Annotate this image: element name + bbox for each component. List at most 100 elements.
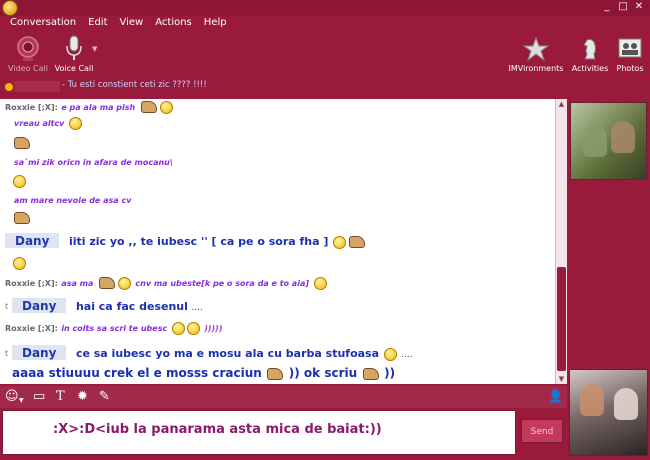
speaker-name: Roxxie [;X]: xyxy=(5,324,58,333)
chess-knight-icon xyxy=(583,38,596,60)
photos-icon xyxy=(618,38,642,58)
voice-call-button[interactable]: Voice Call xyxy=(46,34,102,73)
message-text: in colts sa scri te ubesc xyxy=(61,324,168,333)
chat-line: aaaa stiuuuu crek el e mosss craciun )) … xyxy=(12,366,395,380)
laughing-emoticon-icon xyxy=(383,347,397,361)
smiley-emoticon-icon xyxy=(117,276,131,290)
status-dot-icon xyxy=(5,83,13,91)
contact-display-image[interactable] xyxy=(570,102,647,180)
buzz-icon[interactable]: ✹ xyxy=(77,389,88,404)
photos-button[interactable]: Photos xyxy=(602,34,650,73)
chat-line xyxy=(12,136,32,149)
font-icon[interactable]: T xyxy=(56,389,65,404)
hand-emoticon-icon xyxy=(362,368,379,380)
chat-line: Roxxie [;X]: e pa ala ma pish xyxy=(5,100,174,114)
speaker-name: Roxxie [;X]: xyxy=(5,103,58,112)
imvironments-button[interactable]: IMVironments xyxy=(508,34,564,73)
window-controls: _ □ ✕ xyxy=(600,1,646,13)
chevron-down-icon[interactable]: ▼ xyxy=(19,397,24,404)
menu-view[interactable]: View xyxy=(114,16,150,32)
hand-emoticon-icon xyxy=(140,101,157,113)
sender-name: Dany xyxy=(12,345,67,360)
messenger-app-icon xyxy=(2,0,18,16)
message-text: hai ca fac desenul xyxy=(75,300,188,313)
toolbar: Video Call Voice Call ▼ IMVironments Act… xyxy=(0,32,650,78)
chat-line: Roxxie [;X]: asa ma cnv ma ubeste[k pe o… xyxy=(5,276,328,290)
chat-scrollbar[interactable]: ▲ ▼ xyxy=(555,99,567,384)
message-text: ce sa iubesc yo ma e mosu ala cu barba s… xyxy=(75,347,380,360)
message-text: vreau altcv xyxy=(14,119,65,128)
menu-conversation[interactable]: Conversation xyxy=(4,16,82,32)
smiley-emoticon-icon xyxy=(68,116,82,130)
chat-transcript[interactable]: Roxxie [;X]: e pa ala ma pish vreau altc… xyxy=(0,99,555,384)
emoticon-picker-icon[interactable]: ☺ xyxy=(5,389,19,404)
scroll-down-arrow-icon[interactable]: ▼ xyxy=(556,374,567,384)
smiley-emoticon-icon xyxy=(159,100,173,114)
chat-line: Roxxie [;X]: in colts sa scri te ubesc )… xyxy=(5,321,222,335)
imvironments-icon xyxy=(522,36,550,62)
photos-label: Photos xyxy=(616,64,644,73)
message-text: aaaa stiuuuu crek el e mosss craciun xyxy=(12,366,262,380)
sender-name: Dany xyxy=(5,233,60,248)
video-call-label: Video Call xyxy=(8,64,48,73)
chat-line: Dany hai ca fac desenul .... xyxy=(12,298,203,313)
audible-icon[interactable]: ▭ xyxy=(33,389,45,404)
maximize-button[interactable]: □ xyxy=(616,1,630,13)
menu-actions[interactable]: Actions xyxy=(149,16,198,32)
tongue-emoticon-icon xyxy=(13,256,26,270)
contact-info-icon[interactable]: 👤 xyxy=(548,389,563,403)
laughing-emoticon-icon xyxy=(186,321,200,335)
chat-line: Dany iiti zic yo ,, te iubesc '' [ ca pe… xyxy=(5,233,367,249)
message-text: ))))) xyxy=(204,324,223,333)
title-bar: _ □ ✕ xyxy=(0,0,650,16)
chat-line xyxy=(12,174,27,188)
menu-bar: Conversation Edit View Actions Help xyxy=(0,16,650,32)
speaker-name: Roxxie [;X]: xyxy=(5,279,58,288)
hand-emoticon-icon xyxy=(98,277,115,289)
sender-initial: t xyxy=(5,349,9,358)
laughing-emoticon-icon xyxy=(13,174,26,188)
message-input-text: :X>:D<iub la panarama asta mica de baiat… xyxy=(53,422,382,437)
hand-emoticon-icon xyxy=(14,212,30,224)
smiley-emoticon-icon xyxy=(171,321,185,335)
message-text: am mare nevoie de asa cv xyxy=(14,196,132,205)
message-text: )) xyxy=(384,366,396,380)
menu-edit[interactable]: Edit xyxy=(82,16,113,32)
hand-emoticon-icon xyxy=(14,137,30,149)
chat-line: Dany ce sa iubesc yo ma e mosu ala cu ba… xyxy=(12,345,412,361)
contact-status-bar: - Tu esti constient ceti zic ???? !!!! xyxy=(0,80,650,94)
voice-call-label: Voice Call xyxy=(54,64,94,73)
scroll-up-arrow-icon[interactable]: ▲ xyxy=(556,99,567,109)
send-button[interactable]: Send xyxy=(521,419,563,443)
message-input[interactable]: :X>:D<iub la panarama asta mica de baiat… xyxy=(2,410,516,455)
message-text: e pa ala ma pish xyxy=(61,103,136,112)
message-text: sa`mi zik oricn in afara de mocanu\ xyxy=(14,158,173,167)
message-text: iiti zic yo ,, te iubesc '' [ ca pe o so… xyxy=(68,235,329,248)
display-images-panel xyxy=(567,99,650,460)
chat-line xyxy=(12,211,32,224)
attach-file-icon[interactable]: ✎ xyxy=(99,389,110,404)
message-text: .... xyxy=(191,303,203,313)
imvironments-label: IMVironments xyxy=(508,64,564,73)
minimize-button[interactable]: _ xyxy=(600,1,614,13)
my-display-image[interactable] xyxy=(569,369,648,456)
menu-help[interactable]: Help xyxy=(198,16,233,32)
input-toolbar: ☺ ▼ ▭ T ✹ ✎ 👤 xyxy=(0,386,567,408)
chat-line: sa`mi zik oricn in afara de mocanu\ xyxy=(14,155,173,168)
webcam-icon xyxy=(17,36,39,61)
contact-status-message: - Tu esti constient ceti zic ???? !!!! xyxy=(62,80,207,90)
laughing-emoticon-icon xyxy=(313,276,327,290)
message-text: cnv ma ubeste[k pe o sora da e to aia] xyxy=(135,279,309,288)
chevron-down-icon[interactable]: ▼ xyxy=(92,45,97,53)
hand-emoticon-icon xyxy=(267,368,284,380)
scrollbar-thumb[interactable] xyxy=(557,267,566,371)
close-button[interactable]: ✕ xyxy=(632,1,646,13)
thumbs-up-emoticon-icon xyxy=(348,236,365,248)
contact-name-redacted xyxy=(14,81,60,92)
microphone-icon xyxy=(66,35,82,60)
message-text: .... xyxy=(401,350,413,360)
chat-line: am mare nevoie de asa cv xyxy=(14,193,131,206)
message-text: )) ok scriu xyxy=(288,366,358,380)
sender-name: Dany xyxy=(12,298,67,313)
chat-line xyxy=(12,256,27,270)
